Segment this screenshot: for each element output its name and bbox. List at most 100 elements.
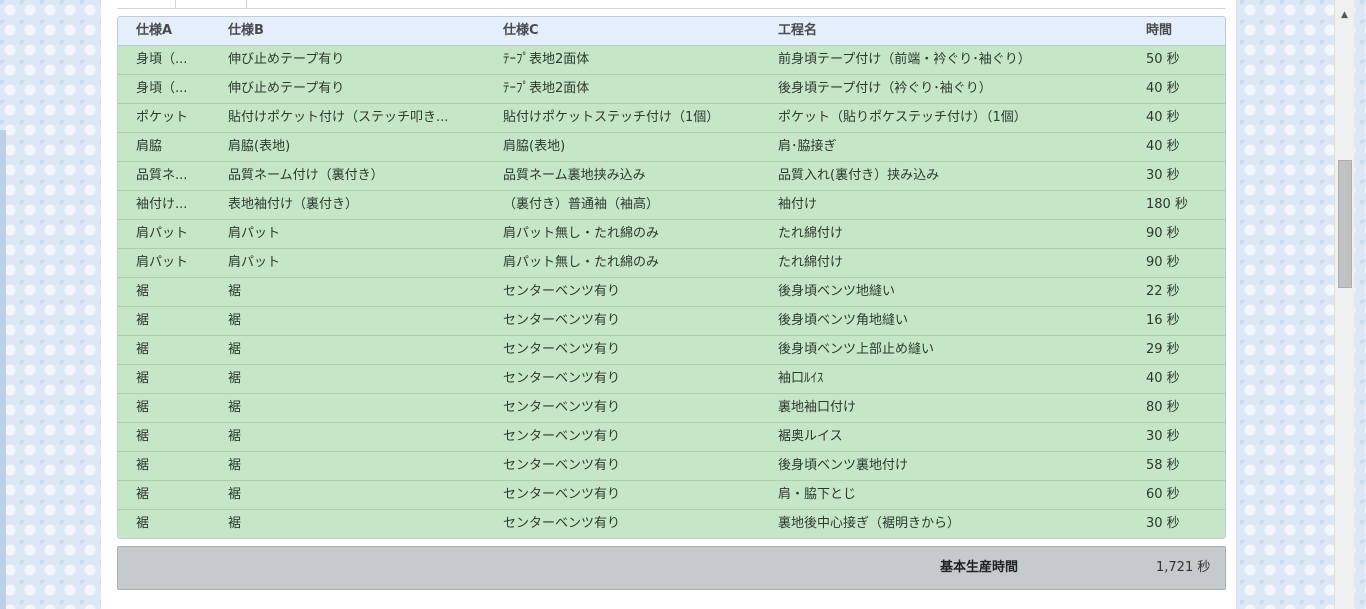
cell-time: 60 秒 (1146, 487, 1180, 502)
cell-spec-c: ﾃｰﾌﾟ表地2面体 (503, 52, 590, 67)
cell-time: 30 秒 (1146, 168, 1180, 183)
table-row[interactable]: 裾 裾 センターベンツ有り 後身頃ベンツ上部止め縫い 29 秒 (118, 336, 1225, 365)
cell-spec-c: センターベンツ有り (503, 487, 621, 502)
cell-spec-c: センターベンツ有り (503, 284, 621, 299)
total-value: 1,721 秒 (1156, 560, 1211, 575)
cell-spec-a: 裾 (136, 516, 150, 531)
header-spec-b[interactable]: 仕様B (228, 17, 468, 45)
cell-spec-b: 裾 (228, 313, 242, 328)
cell-spec-b: 裾 (228, 400, 242, 415)
cell-process: たれ綿付け (778, 226, 844, 241)
cell-spec-b: 表地袖付け（裏付き） (228, 197, 359, 212)
cell-spec-b: 品質ネーム付け（裏付き） (228, 168, 384, 183)
cell-spec-b: 裾 (228, 458, 242, 473)
scrollbar-thumb[interactable] (1338, 160, 1352, 288)
cell-time: 29 秒 (1146, 342, 1180, 357)
chevron-up-icon[interactable]: ▲ (1335, 0, 1354, 30)
table-row[interactable]: 裾 裾 センターベンツ有り 後身頃ベンツ角地縫い 16 秒 (118, 307, 1225, 336)
cell-spec-c: センターベンツ有り (503, 400, 621, 415)
cell-time: 80 秒 (1146, 400, 1180, 415)
cell-time: 50 秒 (1146, 52, 1180, 67)
table-row[interactable]: 裾 裾 センターベンツ有り 肩・脇下とじ 60 秒 (118, 481, 1225, 510)
cell-time: 40 秒 (1146, 139, 1180, 154)
cell-spec-b: 肩パット (228, 226, 281, 241)
cell-spec-b: 貼付けポケット付け（ステッチ叩き... (228, 110, 449, 125)
table-row[interactable]: 裾 裾 センターベンツ有り 後身頃ベンツ裏地付け 58 秒 (118, 452, 1225, 481)
process-table: 仕様A 仕様B 仕様C 工程名 時間 身頃（... 伸び止めテープ有り ﾃｰﾌﾟ表地… (117, 16, 1226, 539)
table-row[interactable]: 裾 裾 センターベンツ有り 後身頃ベンツ地縫い 22 秒 (118, 278, 1225, 307)
background-strip (0, 130, 6, 609)
cell-spec-c: センターベンツ有り (503, 516, 621, 531)
cell-process: ポケット（貼りポケステッチ付け）（1個） (778, 110, 1027, 125)
cell-spec-b: 裾 (228, 342, 242, 357)
cell-process: 裾奥ルイス (778, 429, 843, 444)
table-row[interactable]: 裾 裾 センターベンツ有り 裏地袖口付け 80 秒 (118, 394, 1225, 423)
tab-stub (175, 0, 247, 8)
cell-time: 90 秒 (1146, 226, 1180, 241)
cell-spec-a: 肩脇 (136, 139, 163, 154)
cell-spec-a: 身頃（... (136, 52, 188, 67)
table-row[interactable]: 袖付け... 表地袖付け（裏付き） （裏付き）普通袖（袖高） 袖付け 180 秒 (118, 191, 1225, 220)
cell-spec-a: 裾 (136, 458, 150, 473)
table-row[interactable]: 肩脇 肩脇(表地) 肩脇(表地) 肩･脇接ぎ 40 秒 (118, 133, 1225, 162)
cell-spec-c: センターベンツ有り (503, 313, 621, 328)
header-process[interactable]: 工程名 (778, 17, 1118, 45)
table-row[interactable]: 裾 裾 センターベンツ有り 裏地後中心接ぎ（裾明きから） 30 秒 (118, 510, 1225, 538)
cell-spec-b: 伸び止めテープ有り (228, 52, 345, 67)
table-header: 仕様A 仕様B 仕様C 工程名 時間 (118, 17, 1225, 46)
table-row[interactable]: 肩パット 肩パット 肩パット無し・たれ綿のみ たれ綿付け 90 秒 (118, 249, 1225, 278)
table-body: 身頃（... 伸び止めテープ有り ﾃｰﾌﾟ表地2面体 前身頃テープ付け（前端・衿ぐり･… (118, 46, 1225, 538)
cell-process: 後身頃ベンツ地縫い (778, 284, 896, 299)
cell-spec-b: 伸び止めテープ有り (228, 81, 345, 96)
cell-spec-a: 身頃（... (136, 81, 188, 96)
table-row[interactable]: 品質ネ... 品質ネーム付け（裏付き） 品質ネーム裏地挟み込み 品質入れ(裏付き）挟み… (118, 162, 1225, 191)
cell-spec-c: 肩パット無し・たれ綿のみ (503, 255, 660, 270)
table-row[interactable]: 裾 裾 センターベンツ有り 裾奥ルイス 30 秒 (118, 423, 1225, 452)
cell-spec-a: 裾 (136, 342, 150, 357)
cell-spec-b: 肩パット (228, 255, 281, 270)
cell-spec-a: ポケット (136, 110, 189, 125)
table-row[interactable]: 裾 裾 センターベンツ有り 袖口ﾙｲｽ 40 秒 (118, 365, 1225, 394)
header-spec-c[interactable]: 仕様C (503, 17, 758, 45)
cell-spec-a: 品質ネ... (136, 168, 188, 183)
cell-spec-c: センターベンツ有り (503, 371, 621, 386)
cell-time: 30 秒 (1146, 429, 1180, 444)
cell-spec-a: 裾 (136, 313, 150, 328)
cell-process: 品質入れ(裏付き）挟み込み (778, 168, 940, 183)
cell-time: 40 秒 (1146, 371, 1180, 386)
cell-time: 40 秒 (1146, 81, 1180, 96)
cell-spec-c: 肩パット無し・たれ綿のみ (503, 226, 660, 241)
cell-spec-c: センターベンツ有り (503, 458, 621, 473)
cell-spec-a: 裾 (136, 487, 150, 502)
cell-spec-a: 裾 (136, 284, 150, 299)
cell-spec-a: 肩パット (136, 255, 189, 270)
total-label: 基本生産時間 (940, 560, 1019, 575)
header-time[interactable]: 時間 (1146, 17, 1216, 45)
scrollbar[interactable]: ▲ (1334, 0, 1354, 609)
cell-time: 22 秒 (1146, 284, 1180, 299)
cell-spec-c: 品質ネーム裏地挟み込み (503, 168, 646, 183)
cell-spec-a: 肩パット (136, 226, 189, 241)
cell-spec-c: （裏付き）普通袖（袖高） (503, 197, 660, 212)
cell-spec-c: センターベンツ有り (503, 429, 621, 444)
header-spec-a[interactable]: 仕様A (136, 17, 210, 45)
cell-spec-c: 貼付けポケットステッチ付け（1個） (503, 110, 720, 125)
cell-spec-a: 裾 (136, 400, 150, 415)
cell-spec-c: 肩脇(表地) (503, 139, 566, 154)
cell-spec-b: 裾 (228, 429, 242, 444)
table-row[interactable]: 肩パット 肩パット 肩パット無し・たれ綿のみ たれ綿付け 90 秒 (118, 220, 1225, 249)
cell-spec-a: 裾 (136, 371, 150, 386)
cell-process: 袖付け (778, 197, 818, 212)
cell-spec-b: 裾 (228, 516, 242, 531)
cell-spec-c: ﾃｰﾌﾟ表地2面体 (503, 81, 590, 96)
cell-process: 袖口ﾙｲｽ (778, 371, 824, 386)
table-row[interactable]: ポケット 貼付けポケット付け（ステッチ叩き... 貼付けポケットステッチ付け（1個）… (118, 104, 1225, 133)
cell-spec-b: 裾 (228, 487, 242, 502)
cell-spec-b: 裾 (228, 284, 242, 299)
cell-time: 16 秒 (1146, 313, 1180, 328)
table-row[interactable]: 身頃（... 伸び止めテープ有り ﾃｰﾌﾟ表地2面体 前身頃テープ付け（前端・衿ぐり･… (118, 46, 1225, 75)
table-row[interactable]: 身頃（... 伸び止めテープ有り ﾃｰﾌﾟ表地2面体 後身頃テープ付け（衿ぐり･袖ぐり… (118, 75, 1225, 104)
cell-spec-c: センターベンツ有り (503, 342, 621, 357)
cell-spec-b: 裾 (228, 371, 242, 386)
cell-spec-a: 袖付け... (136, 197, 188, 212)
